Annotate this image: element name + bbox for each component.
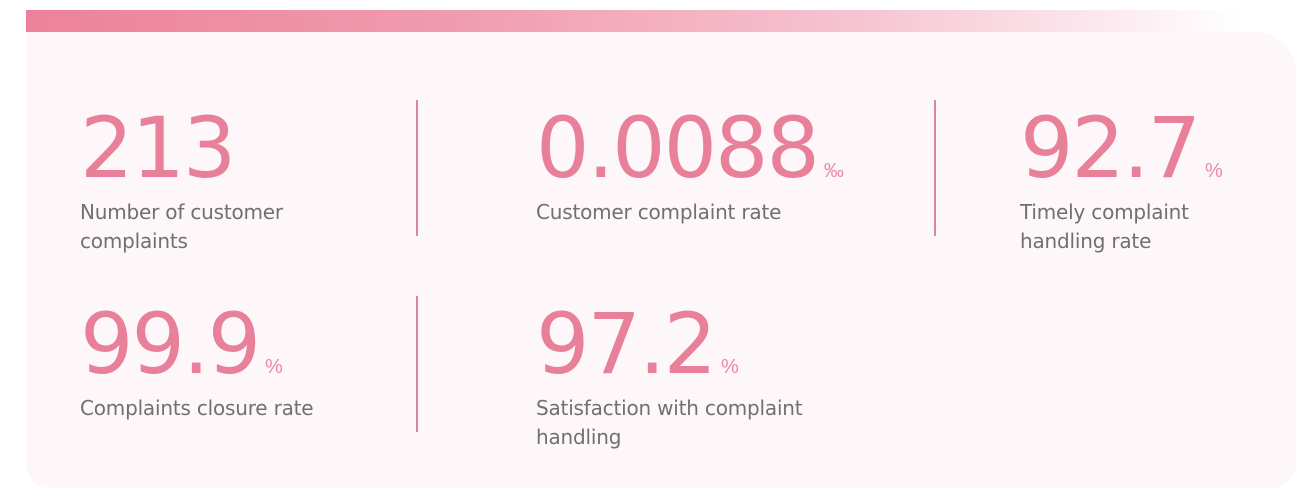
- metric-unit: %: [1205, 160, 1223, 182]
- metric-value: 213: [80, 99, 236, 197]
- metric-divider-3: [416, 296, 418, 432]
- metric-value: 99.9: [80, 295, 261, 393]
- metric-closure-rate: 99.9 % Complaints closure rate: [80, 302, 360, 423]
- metric-unit: %: [265, 356, 283, 378]
- metric-timely-handling-rate: 92.7 % Timely complaint handling rate: [1020, 106, 1230, 256]
- metric-divider-2: [934, 100, 936, 236]
- metric-label: Satisfaction with complaint handling: [536, 396, 803, 449]
- metric-value-line: 97.2 %: [536, 302, 816, 386]
- metric-value-line: 213: [80, 106, 320, 190]
- metric-value-line: 99.9 %: [80, 302, 360, 386]
- metric-complaint-rate: 0.0088 ‰ Customer complaint rate: [536, 106, 844, 227]
- metric-satisfaction-rate: 97.2 % Satisfaction with complaint handl…: [536, 302, 816, 452]
- metric-value-line: 92.7 %: [1020, 106, 1230, 190]
- metric-unit: ‰: [823, 160, 844, 182]
- metric-value: 0.0088: [536, 99, 820, 197]
- metric-label: Complaints closure rate: [80, 396, 314, 420]
- header-gradient-band: [26, 10, 1240, 32]
- metric-value-line: 0.0088 ‰: [536, 106, 844, 190]
- metric-label: Customer complaint rate: [536, 200, 782, 224]
- metric-label: Number of customer complaints: [80, 200, 283, 253]
- metric-divider-1: [416, 100, 418, 236]
- metric-complaint-count: 213 Number of customer complaints: [80, 106, 320, 256]
- metric-value: 97.2: [536, 295, 717, 393]
- metric-value: 92.7: [1020, 99, 1201, 197]
- metric-unit: %: [721, 356, 739, 378]
- metric-label: Timely complaint handling rate: [1020, 200, 1189, 253]
